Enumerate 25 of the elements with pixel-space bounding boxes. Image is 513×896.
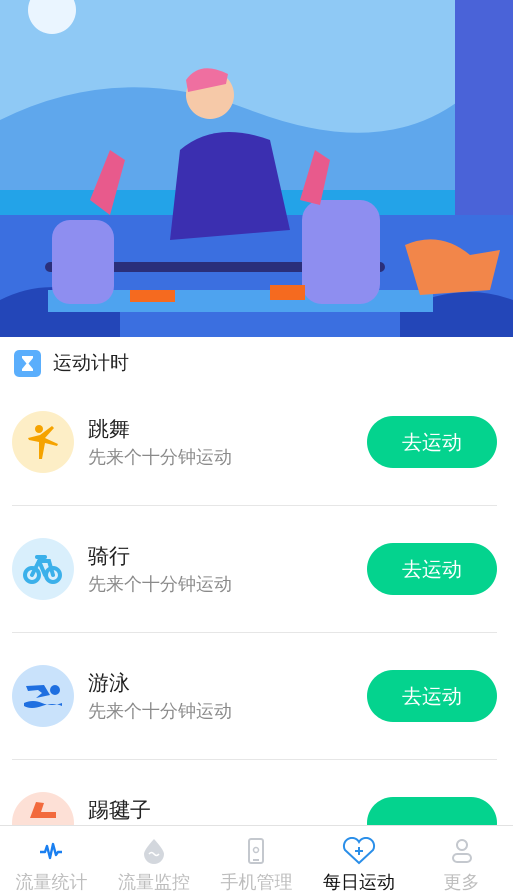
phone-icon <box>248 838 264 864</box>
person-icon <box>450 838 473 864</box>
activity-subtitle: 先来个十分钟运动 <box>88 446 233 469</box>
activity-subtitle: 先来个十分钟运动 <box>88 573 233 596</box>
start-exercise-button[interactable]: 去运动 <box>367 416 497 468</box>
activity-subtitle: 先来个十分钟运动 <box>88 700 233 723</box>
start-exercise-button[interactable]: 去运动 <box>367 670 497 722</box>
activity-name: 跳舞 <box>88 416 131 443</box>
pulse-icon <box>39 842 64 860</box>
hourglass-icon <box>14 350 41 376</box>
drop-icon <box>142 838 165 864</box>
activity-name: 游泳 <box>88 670 131 697</box>
tab-item[interactable]: 流量统计 <box>0 826 103 896</box>
shoe-icon <box>30 802 56 818</box>
tab-item[interactable]: 手机管理 <box>205 826 308 896</box>
section-title: 运动计时 <box>53 351 129 376</box>
start-exercise-button[interactable]: 去运动 <box>367 543 497 595</box>
activity-name: 踢毽子 <box>88 797 152 824</box>
tab-item[interactable]: 每日运动 <box>308 826 410 896</box>
activity-name: 骑行 <box>88 543 131 570</box>
tab-item[interactable]: 流量监控 <box>102 826 206 896</box>
bicycle-icon <box>23 553 63 585</box>
tab-item[interactable]: 更多 <box>410 826 513 896</box>
dancer-icon <box>26 424 60 460</box>
heart-plus-icon <box>342 837 376 865</box>
